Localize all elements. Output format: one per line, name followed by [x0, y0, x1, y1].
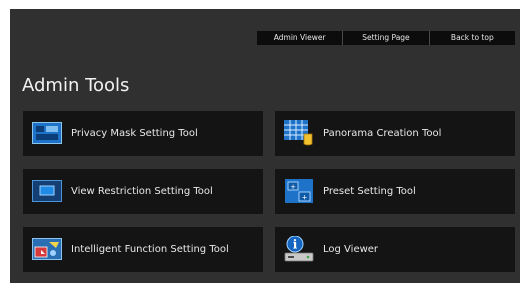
- preset-icon: + +: [285, 179, 313, 203]
- page-title: Admin Tools: [22, 75, 130, 96]
- tool-label: Preset Setting Tool: [323, 186, 416, 197]
- back-to-top-button[interactable]: Back to top: [429, 31, 515, 45]
- panorama-creation-tool-button[interactable]: Panorama Creation Tool: [275, 111, 515, 156]
- preset-setting-tool-button[interactable]: + + Preset Setting Tool: [275, 169, 515, 214]
- svg-text:+: +: [290, 183, 296, 191]
- top-navigation: Admin Viewer Setting Page Back to top: [257, 31, 515, 45]
- privacy-mask-setting-tool-button[interactable]: Privacy Mask Setting Tool: [23, 111, 263, 156]
- privacy-mask-icon: [32, 122, 62, 144]
- setting-page-button[interactable]: Setting Page: [343, 31, 430, 45]
- view-restriction-setting-tool-button[interactable]: View Restriction Setting Tool: [23, 169, 263, 214]
- tool-label: Panorama Creation Tool: [323, 128, 442, 139]
- tool-label: View Restriction Setting Tool: [71, 186, 213, 197]
- view-restriction-icon: [32, 180, 62, 202]
- log-viewer-info-icon: i: [284, 236, 314, 262]
- tool-label: Privacy Mask Setting Tool: [71, 128, 198, 139]
- tool-label: Log Viewer: [323, 244, 379, 255]
- tool-label: Intelligent Function Setting Tool: [71, 244, 229, 255]
- intelligent-function-setting-tool-button[interactable]: Intelligent Function Setting Tool: [23, 227, 263, 272]
- log-viewer-button[interactable]: i Log Viewer: [275, 227, 515, 272]
- svg-text:i: i: [293, 238, 298, 252]
- panorama-grid-icon: [284, 120, 313, 146]
- svg-text:+: +: [302, 194, 308, 202]
- admin-viewer-button[interactable]: Admin Viewer: [257, 31, 344, 45]
- intelligent-function-icon: [32, 238, 62, 260]
